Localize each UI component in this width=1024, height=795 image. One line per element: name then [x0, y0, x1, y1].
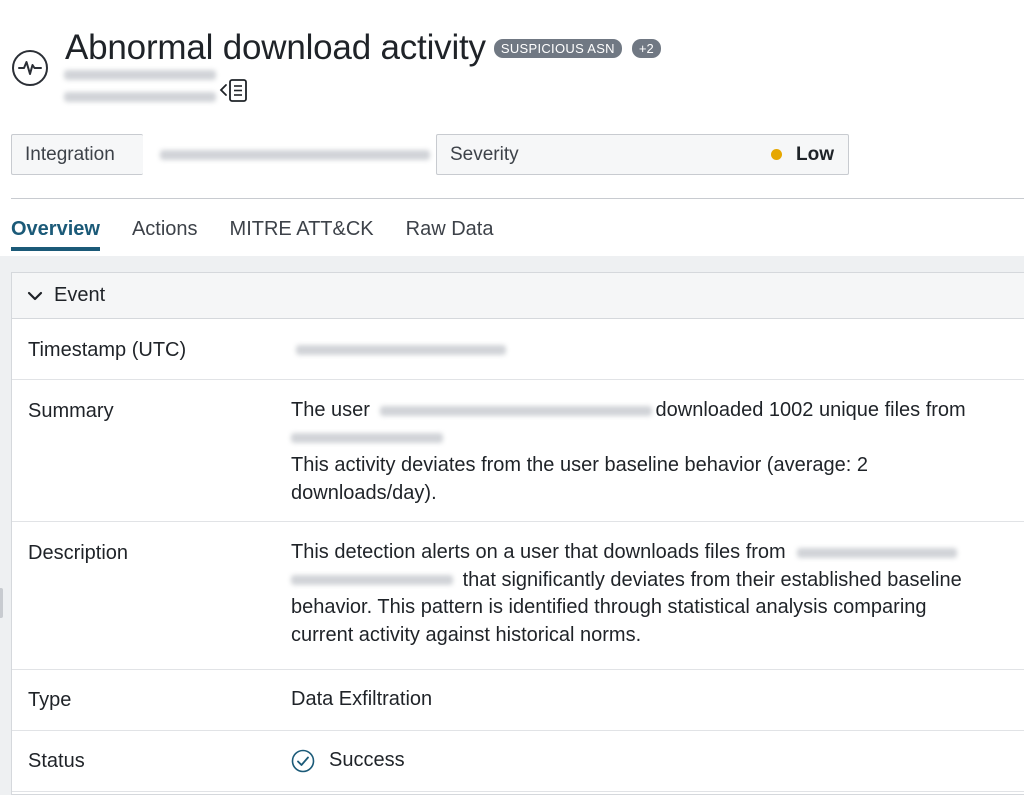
header-divider	[11, 198, 1024, 199]
redacted-user	[379, 405, 652, 416]
redacted-source	[797, 547, 958, 558]
title-row: Abnormal download activity SUSPICIOUS AS…	[65, 28, 661, 68]
summary-label: Summary	[28, 400, 114, 422]
event-section: Event Timestamp (UTC) Summary The user d…	[11, 272, 1024, 795]
event-row-timestamp: Timestamp (UTC)	[12, 319, 1024, 380]
redacted-subtitle	[64, 92, 216, 102]
timestamp-label: Timestamp (UTC)	[28, 339, 187, 361]
summary-prefix: The user	[291, 399, 370, 421]
summary-mid: downloaded 1002 unique files from	[655, 399, 966, 421]
redacted-source	[291, 575, 453, 586]
type-value: Data Exfiltration	[291, 688, 433, 710]
tab-actions[interactable]: Actions	[132, 218, 198, 251]
description-value: This detection alerts on a user that dow…	[291, 539, 994, 649]
event-row-summary: Summary The user downloaded 1002 unique …	[12, 380, 1024, 522]
activity-pulse-icon	[12, 50, 48, 86]
event-row-status: Status Success	[12, 731, 1024, 792]
redacted-timestamp	[296, 345, 506, 355]
severity-field: Severity Low	[436, 134, 849, 175]
summary-line2: This activity deviates from the user bas…	[291, 454, 868, 504]
severity-dot-icon	[771, 149, 782, 160]
alert-detail-page: Abnormal download activity SUSPICIOUS AS…	[0, 0, 1024, 795]
severity-value: Low	[771, 144, 834, 166]
integration-value	[142, 134, 436, 175]
redacted-subtitle	[64, 70, 216, 80]
event-row-description: Description This detection alerts on a u…	[12, 522, 1024, 670]
side-handle[interactable]	[0, 588, 3, 618]
severity-label: Severity	[450, 143, 519, 165]
redacted-integration	[160, 150, 430, 160]
description-label: Description	[28, 542, 129, 564]
status-label: Status	[28, 750, 85, 772]
collapse-panel-icon[interactable]	[219, 76, 249, 104]
check-circle-icon	[291, 749, 315, 773]
integration-label: Integration	[25, 143, 115, 165]
integration-field: Integration	[11, 134, 143, 175]
page-title: Abnormal download activity	[65, 28, 486, 67]
summary-value: The user downloaded 1002 unique files fr…	[291, 397, 994, 507]
event-section-header[interactable]: Event	[12, 273, 1024, 319]
chevron-down-icon[interactable]	[26, 287, 44, 305]
status-value: Success	[329, 749, 405, 771]
tab-raw-data[interactable]: Raw Data	[406, 218, 494, 251]
tab-overview[interactable]: Overview	[11, 218, 100, 251]
type-label: Type	[28, 689, 72, 711]
more-tags-badge[interactable]: +2	[631, 38, 661, 58]
event-section-title: Event	[54, 284, 106, 306]
redacted-source	[291, 433, 443, 444]
severity-text: Low	[796, 143, 834, 165]
tab-mitre-attack[interactable]: MITRE ATT&CK	[230, 218, 374, 251]
tab-bar: Overview Actions MITRE ATT&CK Raw Data	[11, 218, 525, 251]
description-prefix: This detection alerts on a user that dow…	[291, 541, 786, 563]
tag-badge[interactable]: SUSPICIOUS ASN	[493, 38, 622, 58]
event-row-type: Type Data Exfiltration	[12, 670, 1024, 731]
